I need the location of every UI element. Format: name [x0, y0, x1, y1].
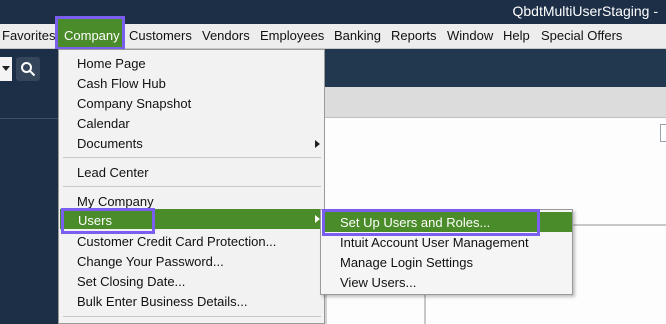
company-menu: Home Page Cash Flow Hub Company Snapshot… — [58, 49, 325, 324]
content-header — [325, 87, 666, 118]
scrollbar[interactable] — [660, 124, 666, 142]
submenu-item-intuit-account[interactable]: Intuit Account User Management — [340, 235, 529, 250]
menu-customers[interactable]: Customers — [129, 28, 192, 43]
menu-item-lead-center[interactable]: Lead Center — [77, 165, 149, 180]
menu-favorites[interactable]: Favorites — [2, 28, 55, 43]
menu-company[interactable]: Company — [55, 16, 125, 50]
left-panel — [0, 49, 58, 324]
users-submenu: Set Up Users and Roles... Intuit Account… — [320, 209, 573, 295]
toolbar-strip — [325, 49, 666, 87]
menu-item-credit-card-protection[interactable]: Customer Credit Card Protection... — [77, 234, 276, 249]
submenu-item-view-users[interactable]: View Users... — [340, 275, 416, 290]
window-title: QbdtMultiUserStaging - — [512, 3, 658, 19]
panel-divider — [0, 118, 58, 119]
chevron-right-icon — [315, 140, 320, 148]
search-button[interactable] — [16, 57, 40, 81]
menu-help[interactable]: Help — [503, 28, 530, 43]
menu-item-set-closing-date[interactable]: Set Closing Date... — [77, 274, 185, 289]
submenu-item-manage-login[interactable]: Manage Login Settings — [340, 255, 473, 270]
menu-item-bulk-enter[interactable]: Bulk Enter Business Details... — [77, 294, 248, 309]
search-icon — [21, 62, 36, 77]
menu-item-my-company[interactable]: My Company — [77, 194, 154, 209]
menu-item-calendar[interactable]: Calendar — [77, 116, 130, 131]
chevron-down-icon — [2, 66, 10, 71]
menu-company-label: Company — [64, 28, 120, 43]
menu-banking[interactable]: Banking — [334, 28, 381, 43]
menu-separator — [63, 157, 321, 158]
menu-reports[interactable]: Reports — [391, 28, 437, 43]
menu-special-offers[interactable]: Special Offers — [541, 28, 622, 43]
menu-item-documents[interactable]: Documents — [77, 136, 143, 151]
menu-item-home-page[interactable]: Home Page — [77, 56, 146, 71]
menu-separator — [63, 186, 321, 187]
highlight-box — [61, 208, 155, 234]
highlight-box — [322, 209, 540, 236]
menu-separator — [63, 316, 321, 317]
menu-vendors[interactable]: Vendors — [202, 28, 250, 43]
menu-item-company-snapshot[interactable]: Company Snapshot — [77, 96, 191, 111]
menu-window[interactable]: Window — [447, 28, 493, 43]
menu-employees[interactable]: Employees — [260, 28, 324, 43]
menu-item-cash-flow-hub[interactable]: Cash Flow Hub — [77, 76, 166, 91]
menu-item-change-password[interactable]: Change Your Password... — [77, 254, 224, 269]
